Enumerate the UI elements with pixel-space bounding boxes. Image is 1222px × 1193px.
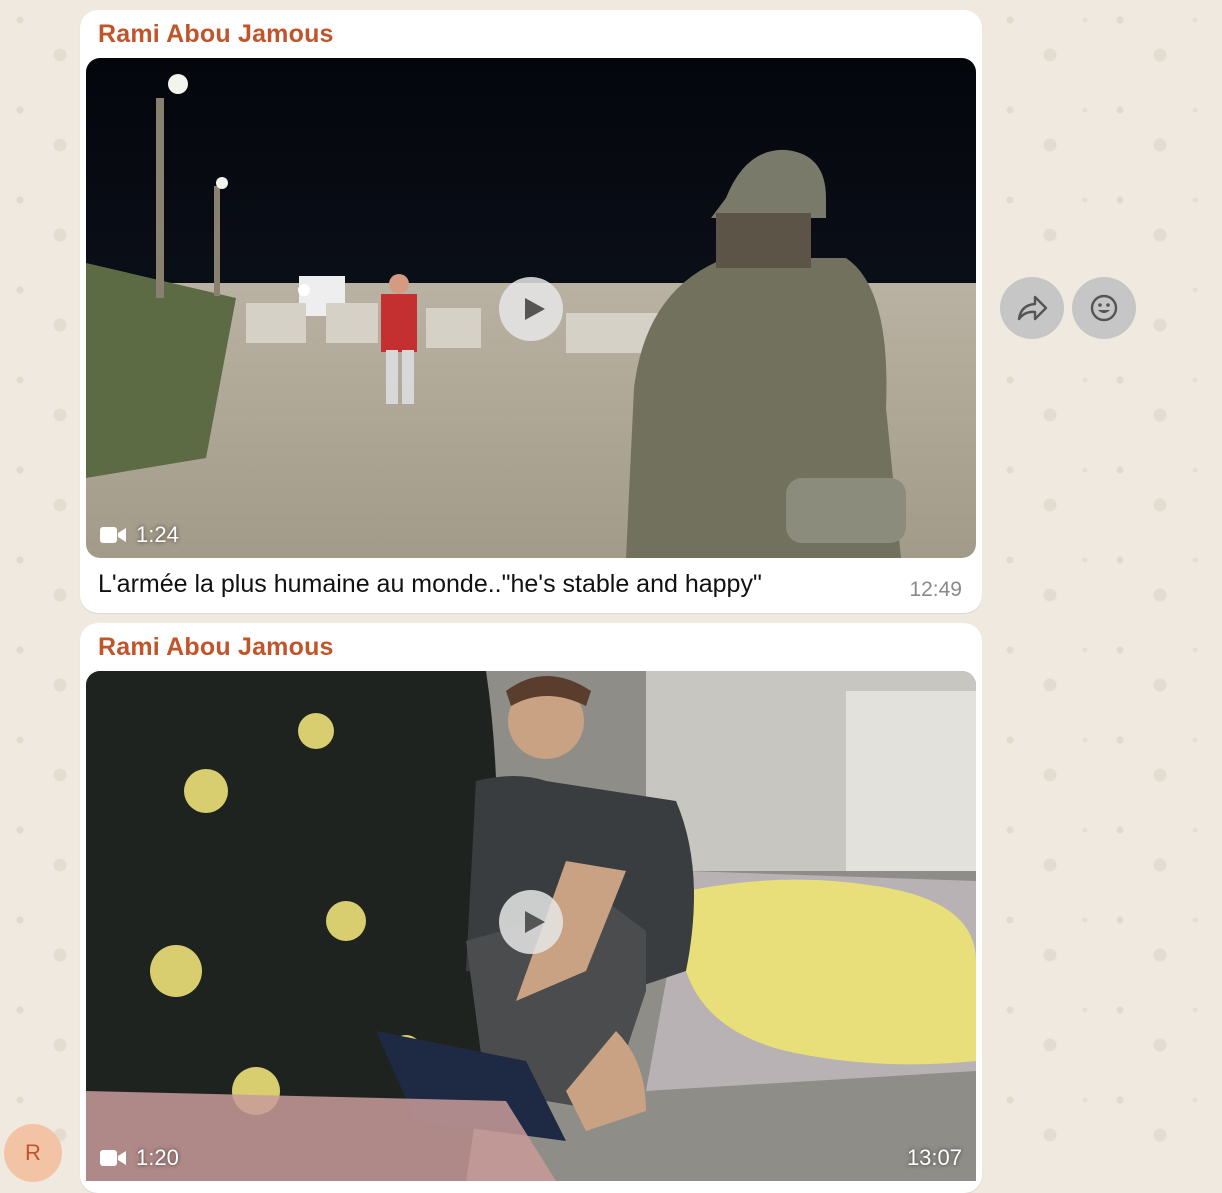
video-duration: 1:20: [100, 1145, 179, 1171]
play-button[interactable]: [499, 277, 563, 341]
message-timestamp: 13:07: [906, 1145, 962, 1170]
forward-icon: [1017, 295, 1048, 321]
forward-button[interactable]: [1000, 277, 1064, 339]
sender-name[interactable]: Rami Abou Jamous: [98, 633, 334, 662]
message-bubble[interactable]: Rami Abou Jamous: [80, 623, 982, 1193]
sender-name[interactable]: Rami Abou Jamous: [98, 20, 334, 49]
duration-text: 1:20: [136, 1145, 179, 1170]
smiley-icon: [1090, 294, 1118, 322]
video-duration: 1:24: [100, 522, 179, 548]
duration-text: 1:24: [136, 522, 179, 547]
message-bubble[interactable]: Rami Abou Jamous: [80, 10, 982, 613]
react-button[interactable]: [1072, 277, 1136, 339]
message-timestamp: 12:49: [909, 578, 962, 601]
video-camera-icon: [100, 1150, 126, 1166]
video-camera-icon: [100, 527, 126, 543]
play-button[interactable]: [499, 890, 563, 954]
message-caption: L'armée la plus humaine au monde.."he's …: [98, 570, 762, 598]
sender-avatar[interactable]: R: [4, 1124, 62, 1182]
video-thumbnail[interactable]: 1:24: [86, 58, 976, 558]
video-thumbnail[interactable]: 1:20 13:07: [86, 671, 976, 1181]
